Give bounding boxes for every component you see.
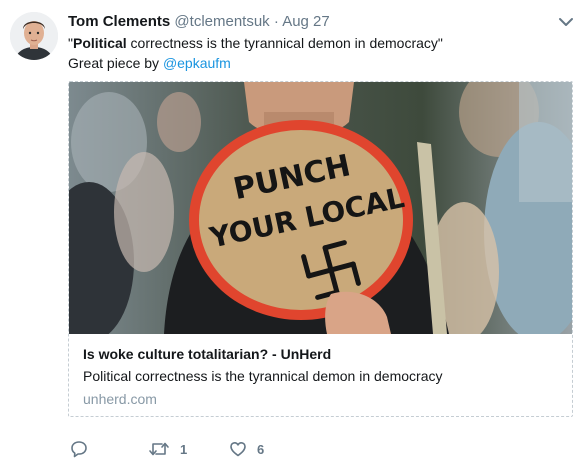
avatar-image	[10, 12, 58, 60]
tweet-text-line-1: "Political correctness is the tyrannical…	[68, 33, 568, 53]
reply-icon	[71, 441, 87, 458]
author-handle[interactable]: @tclementsuk	[174, 13, 269, 30]
card-image[interactable]: PUNCH YOUR LOCAL	[69, 82, 573, 334]
avatar[interactable]	[10, 12, 58, 60]
tweet-header: Tom Clements @tclementsuk · Aug 27	[68, 12, 330, 32]
like-count: 6	[257, 441, 265, 457]
separator-dot: ·	[273, 13, 279, 30]
chevron-down-icon	[559, 18, 573, 26]
card-body[interactable]: Is woke culture totalitarian? - UnHerd P…	[69, 334, 572, 416]
protest-sign: PUNCH YOUR LOCAL	[189, 120, 413, 320]
card-title[interactable]: Is woke culture totalitarian? - UnHerd	[83, 346, 331, 362]
card-description: Political correctness is the tyrannical …	[83, 368, 443, 384]
retweet-icon	[149, 442, 169, 456]
mention-link[interactable]: @epkaufm	[163, 55, 231, 71]
tweet-text-line-2: Great piece by @epkaufm	[68, 53, 568, 73]
card-domain: unherd.com	[83, 391, 157, 407]
credit-prefix: Great piece by	[68, 55, 163, 71]
author-name[interactable]: Tom Clements	[68, 13, 170, 30]
link-card[interactable]: PUNCH YOUR LOCAL Is woke culture totalit…	[68, 81, 573, 417]
tweet-text: "Political correctness is the tyrannical…	[68, 33, 568, 73]
quote-rest: correctness is the tyrannical demon in d…	[126, 35, 443, 51]
retweet-button[interactable]: 1	[148, 438, 187, 460]
like-button[interactable]: 6	[229, 438, 264, 460]
heart-icon	[230, 442, 246, 457]
reply-button[interactable]	[70, 438, 88, 460]
bold-word: Political	[72, 35, 127, 51]
tweet-options-button[interactable]	[556, 12, 576, 32]
tweet-date[interactable]: Aug 27	[282, 13, 330, 30]
retweet-count: 1	[180, 441, 188, 457]
